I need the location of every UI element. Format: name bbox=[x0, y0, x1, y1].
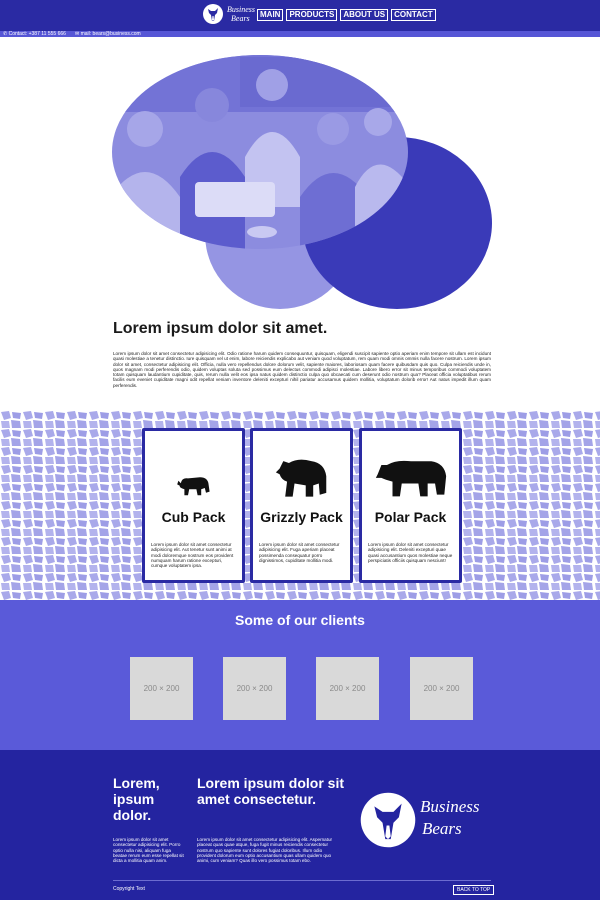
bear-icon bbox=[145, 473, 242, 502]
nav-about-us[interactable]: ABOUT US bbox=[340, 9, 389, 21]
intro-text: Lorem ipsum dolor sit amet consectetur a… bbox=[113, 351, 491, 388]
pack-card-cub[interactable]: Cub Pack Lorem ipsum dolor sit amet cons… bbox=[142, 428, 245, 583]
intro-title: Lorem ipsum dolor sit amet. bbox=[113, 320, 328, 337]
pack-description: Lorem ipsum dolor sit amet consectetur a… bbox=[368, 542, 453, 563]
footer-brand-line-1: Business bbox=[420, 797, 480, 816]
bear-logo-icon bbox=[360, 792, 416, 848]
footer-col2-title: Lorem ipsum dolor sit amet consectetur. bbox=[197, 775, 345, 807]
footer: Lorem, ipsum dolor. Lorem ipsum dolor si… bbox=[0, 750, 600, 900]
pack-description: Lorem ipsum dolor sit amet consectetur a… bbox=[259, 542, 340, 563]
pack-card-polar[interactable]: Polar Pack Lorem ipsum dolor sit amet co… bbox=[359, 428, 462, 583]
pack-title: Grizzly Pack bbox=[260, 509, 343, 525]
client-logo-placeholder: 200 × 200 bbox=[410, 657, 473, 720]
nav-main[interactable]: MAIN bbox=[257, 9, 284, 21]
footer-col1-title: Lorem, ipsum dolor. bbox=[113, 775, 160, 823]
footer-brand-logo: Business Bears bbox=[358, 790, 488, 850]
bear-icon bbox=[253, 455, 350, 504]
nav-contact[interactable]: CONTACT bbox=[391, 9, 436, 21]
pack-title: Polar Pack bbox=[374, 509, 447, 525]
packs-section: Cub Pack Lorem ipsum dolor sit amet cons… bbox=[0, 411, 600, 600]
pack-title: Cub Pack bbox=[161, 509, 226, 525]
main-menu: MAIN PRODUCTS ABOUT US CONTACT bbox=[257, 9, 436, 21]
bear-logo-icon bbox=[203, 4, 223, 24]
brand-line-2: Bears bbox=[231, 14, 250, 23]
nav-products[interactable]: PRODUCTS bbox=[286, 9, 338, 21]
pack-description: Lorem ipsum dolor sit amet consectetur a… bbox=[151, 542, 234, 569]
hero-section bbox=[0, 37, 600, 317]
clients-section: Some of our clients 200 × 200 200 × 200 … bbox=[0, 600, 600, 750]
hero-illustration bbox=[112, 55, 492, 309]
client-logo-placeholder: 200 × 200 bbox=[130, 657, 193, 720]
footer-col1-text: Lorem ipsum dolor sit amet consectetur a… bbox=[113, 837, 184, 864]
bear-icon bbox=[362, 455, 459, 504]
client-logo-placeholder: 200 × 200 bbox=[223, 657, 286, 720]
brand-line-1: Business bbox=[227, 5, 255, 14]
footer-col2-text: Lorem ipsum dolor sit amet consectetur a… bbox=[197, 837, 333, 864]
footer-brand-line-2: Bears bbox=[422, 819, 462, 838]
footer-divider bbox=[113, 880, 491, 881]
copyright-text: Copyright Text bbox=[113, 886, 145, 892]
client-logo-placeholder: 200 × 200 bbox=[316, 657, 379, 720]
navbar: Business Bears MAIN PRODUCTS ABOUT US CO… bbox=[0, 0, 600, 31]
pack-card-grizzly[interactable]: Grizzly Pack Lorem ipsum dolor sit amet … bbox=[250, 428, 353, 583]
brand-logo[interactable]: Business Bears bbox=[202, 3, 255, 28]
clients-title: Some of our clients bbox=[235, 612, 365, 628]
back-to-top-button[interactable]: BACK TO TOP bbox=[453, 885, 495, 895]
